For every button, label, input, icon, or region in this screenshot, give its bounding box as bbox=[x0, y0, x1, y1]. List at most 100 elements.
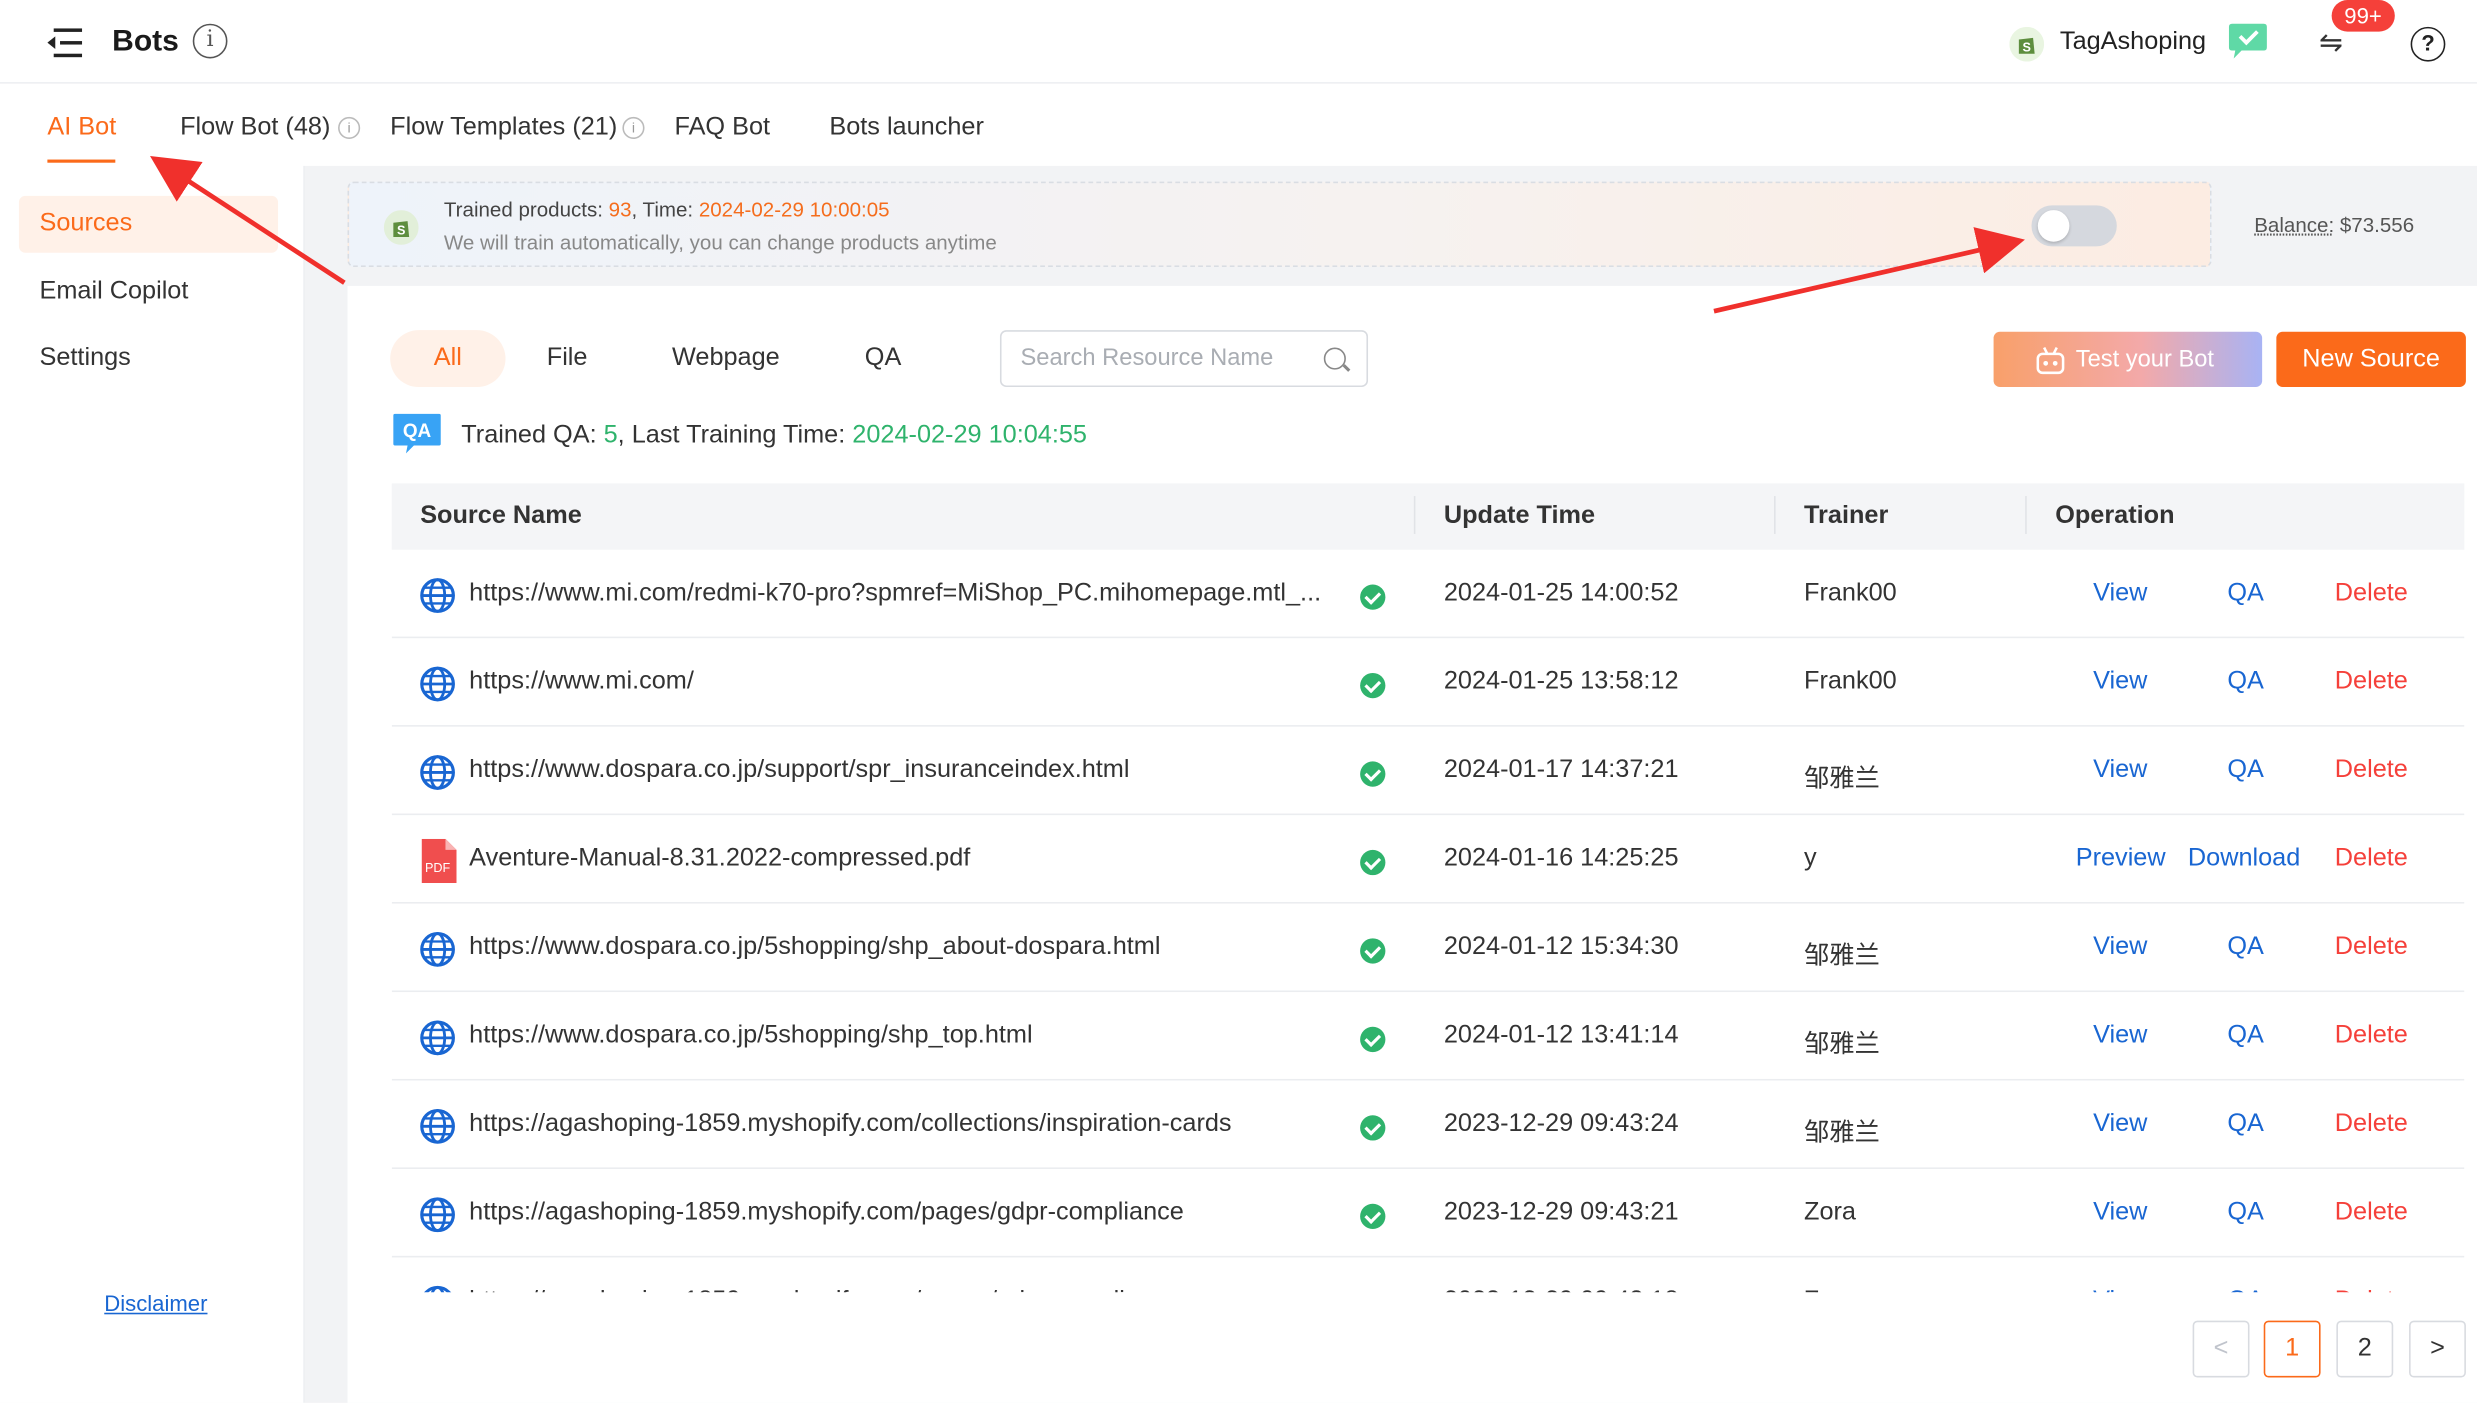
qa-link[interactable]: QA bbox=[2227, 1287, 2264, 1292]
sidebar-item-email-copilot[interactable]: Email Copilot bbox=[19, 264, 278, 321]
qa-training-summary: Trained QA: 5, Last Training Time: 2024-… bbox=[461, 421, 1088, 449]
page-2-button[interactable]: 2 bbox=[2336, 1320, 2394, 1378]
qa-link[interactable]: QA bbox=[2227, 757, 2264, 785]
trained-check-icon bbox=[1360, 849, 1386, 876]
notification-badge: 99+ bbox=[2331, 0, 2395, 32]
view-link[interactable]: View bbox=[2093, 1111, 2147, 1139]
filter-webpage[interactable]: Webpage bbox=[657, 330, 794, 387]
flow-bot-info-icon[interactable]: i bbox=[338, 116, 361, 140]
delete-link[interactable]: Delete bbox=[2335, 757, 2408, 785]
delete-link[interactable]: Delete bbox=[2335, 668, 2408, 696]
trained-check-icon bbox=[1360, 1115, 1386, 1141]
trainer: 邹雅兰 bbox=[1804, 766, 1880, 794]
filter-file[interactable]: File bbox=[518, 330, 616, 387]
trained-check-icon bbox=[1360, 1203, 1386, 1230]
globe-icon bbox=[419, 1019, 457, 1057]
preview-link[interactable]: Preview bbox=[2076, 845, 2166, 873]
globe-icon bbox=[419, 1107, 457, 1145]
page-1-button[interactable]: 1 bbox=[2263, 1320, 2321, 1378]
column-divider bbox=[2025, 496, 2027, 534]
qa-link[interactable]: QA bbox=[2227, 1022, 2264, 1050]
source-name: https://www.dospara.co.jp/support/spr_in… bbox=[469, 756, 1130, 784]
tab-flow-templates[interactable]: Flow Templates (21) bbox=[390, 114, 617, 142]
trainer: 邹雅兰 bbox=[1804, 943, 1880, 970]
qa-link[interactable]: QA bbox=[2227, 580, 2264, 608]
delete-link[interactable]: Delete bbox=[2335, 934, 2408, 962]
column-update-time: Update Time bbox=[1443, 502, 1596, 530]
view-link[interactable]: View bbox=[2093, 668, 2147, 696]
update-time: 2023-12-29 09:43:24 bbox=[1443, 1110, 1679, 1138]
column-divider bbox=[1413, 496, 1416, 534]
help-icon[interactable]: ? bbox=[2410, 26, 2446, 62]
table-row: PDF Aventure-Manual-8.31.2022-compressed.… bbox=[391, 815, 2465, 904]
svg-text:S: S bbox=[2023, 40, 2031, 54]
app-root: Bots i S TagAshoping ⇋ 99+ ? AI Bot Flow… bbox=[0, 0, 2477, 1403]
balance-value: $73.556 bbox=[2339, 213, 2415, 237]
qa-trained-count: 5 bbox=[603, 421, 618, 449]
banner-subtitle: We will train automatically, you can cha… bbox=[443, 230, 997, 255]
delete-link[interactable]: Delete bbox=[2335, 1199, 2408, 1227]
tab-bots-launcher[interactable]: Bots launcher bbox=[829, 114, 984, 142]
table-row: https://www.dospara.co.jp/5shopping/shp_… bbox=[391, 904, 2465, 993]
svg-text:QA: QA bbox=[403, 421, 432, 442]
prev-page-button[interactable]: < bbox=[2192, 1320, 2250, 1378]
sidebar-item-settings[interactable]: Settings bbox=[19, 330, 278, 387]
table-row: https://www.dospara.co.jp/support/spr_in… bbox=[391, 727, 2465, 816]
pdf-file-icon: PDF bbox=[419, 838, 457, 884]
delete-link[interactable]: Delete bbox=[2335, 1111, 2408, 1139]
search-icon[interactable] bbox=[1323, 347, 1346, 370]
chat-check-icon[interactable] bbox=[2226, 22, 2270, 60]
table-row: https://agashoping-1859.myshopify.com/co… bbox=[391, 1081, 2465, 1169]
view-link[interactable]: View bbox=[2093, 757, 2147, 785]
view-link[interactable]: View bbox=[2093, 1287, 2147, 1292]
view-link[interactable]: View bbox=[2093, 580, 2147, 608]
next-page-button[interactable]: > bbox=[2409, 1320, 2466, 1378]
menu-collapse-icon[interactable] bbox=[47, 27, 83, 59]
new-source-button[interactable]: New Source bbox=[2276, 331, 2466, 388]
tab-ai-bot[interactable]: AI Bot bbox=[47, 114, 116, 142]
qa-link[interactable]: QA bbox=[2227, 1199, 2264, 1227]
trainer: Zora bbox=[1804, 1198, 1856, 1226]
delete-link[interactable]: Delete bbox=[2335, 1022, 2408, 1050]
qa-link[interactable]: QA bbox=[2227, 668, 2264, 696]
view-link[interactable]: View bbox=[2093, 1022, 2147, 1050]
sidebar: Sources Email Copilot Settings bbox=[0, 165, 305, 1403]
filter-all[interactable]: All bbox=[390, 330, 506, 388]
globe-icon bbox=[419, 930, 457, 968]
qa-link[interactable]: QA bbox=[2227, 1111, 2264, 1139]
filter-qa[interactable]: QA bbox=[834, 330, 932, 387]
column-operation: Operation bbox=[2055, 502, 2175, 530]
update-time: 2024-01-12 13:41:14 bbox=[1443, 1022, 1679, 1049]
sidebar-item-sources[interactable]: Sources bbox=[18, 195, 279, 253]
info-icon[interactable]: i bbox=[192, 23, 228, 59]
qa-link[interactable]: QA bbox=[2227, 934, 2264, 962]
globe-icon bbox=[419, 577, 457, 615]
table-row: https://agashoping-1859.myshopify.com/pa… bbox=[391, 1169, 2465, 1258]
search-input[interactable] bbox=[1020, 344, 1321, 372]
shopify-icon: S bbox=[2009, 26, 2045, 62]
shop-name[interactable]: TagAshoping bbox=[2060, 28, 2206, 56]
trained-products-time: 2024-02-29 10:00:05 bbox=[698, 197, 890, 222]
tab-flow-bot[interactable]: Flow Bot (48) bbox=[180, 114, 330, 142]
view-link[interactable]: View bbox=[2093, 1199, 2147, 1227]
column-divider bbox=[1774, 496, 1776, 534]
delete-link[interactable]: Delete bbox=[2335, 580, 2408, 608]
table-row: https://www.mi.com/redmi-k70-pro?spmref=… bbox=[391, 550, 2465, 639]
trainer: Frank00 bbox=[1804, 668, 1897, 696]
source-name: Aventure-Manual-8.31.2022-compressed.pdf bbox=[469, 845, 971, 872]
flow-templates-info-icon[interactable]: i bbox=[622, 116, 645, 140]
tab-faq-bot[interactable]: FAQ Bot bbox=[675, 114, 771, 142]
view-link[interactable]: View bbox=[2093, 934, 2147, 962]
trained-check-icon bbox=[1360, 584, 1386, 610]
globe-icon bbox=[419, 1284, 457, 1293]
disclaimer-link[interactable]: Disclaimer bbox=[104, 1291, 207, 1316]
table-row: https://www.mi.com/2024-01-25 13:58:12 Fr… bbox=[391, 638, 2465, 727]
update-time: 2024-01-25 14:00:52 bbox=[1443, 579, 1679, 607]
delete-link[interactable]: Delete bbox=[2335, 845, 2408, 873]
table-row: https://www.dospara.co.jp/5shopping/shp_… bbox=[391, 992, 2465, 1081]
source-name: https://www.mi.com/redmi-k70-pro?spmref=… bbox=[469, 579, 1322, 607]
download-link[interactable]: Download bbox=[2188, 845, 2300, 873]
delete-link[interactable]: Delete bbox=[2335, 1287, 2408, 1292]
trainer: Frank00 bbox=[1804, 579, 1897, 607]
robot-icon bbox=[2036, 346, 2065, 375]
